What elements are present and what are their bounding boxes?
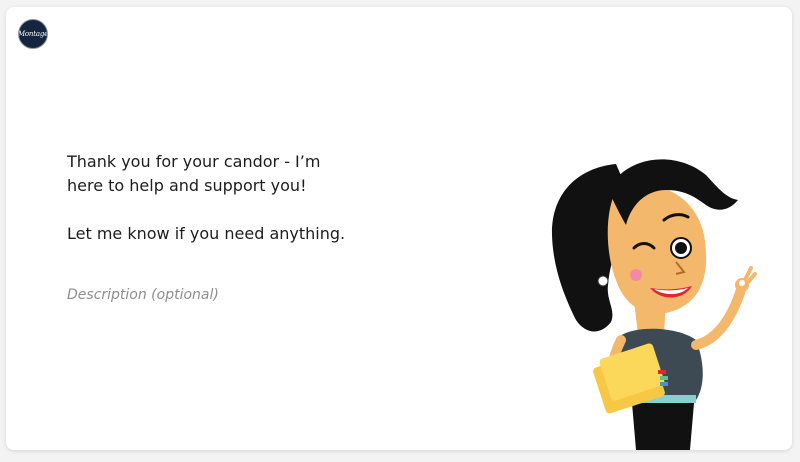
waving-arm — [691, 285, 746, 350]
message-line-2: Let me know if you need anything. — [67, 224, 346, 243]
message-line-1: Thank you for your candor - I’m here to … — [67, 152, 321, 195]
description-placeholder[interactable]: Description (optional) — [67, 287, 219, 303]
montage-logo: Montage — [18, 19, 48, 49]
card: Montage Thank you for your candor - I’m … — [6, 7, 792, 450]
winking-woman-character-icon — [551, 159, 757, 450]
logo-text: Montage — [18, 30, 48, 38]
message: Thank you for your candor - I’m here to … — [67, 150, 347, 246]
